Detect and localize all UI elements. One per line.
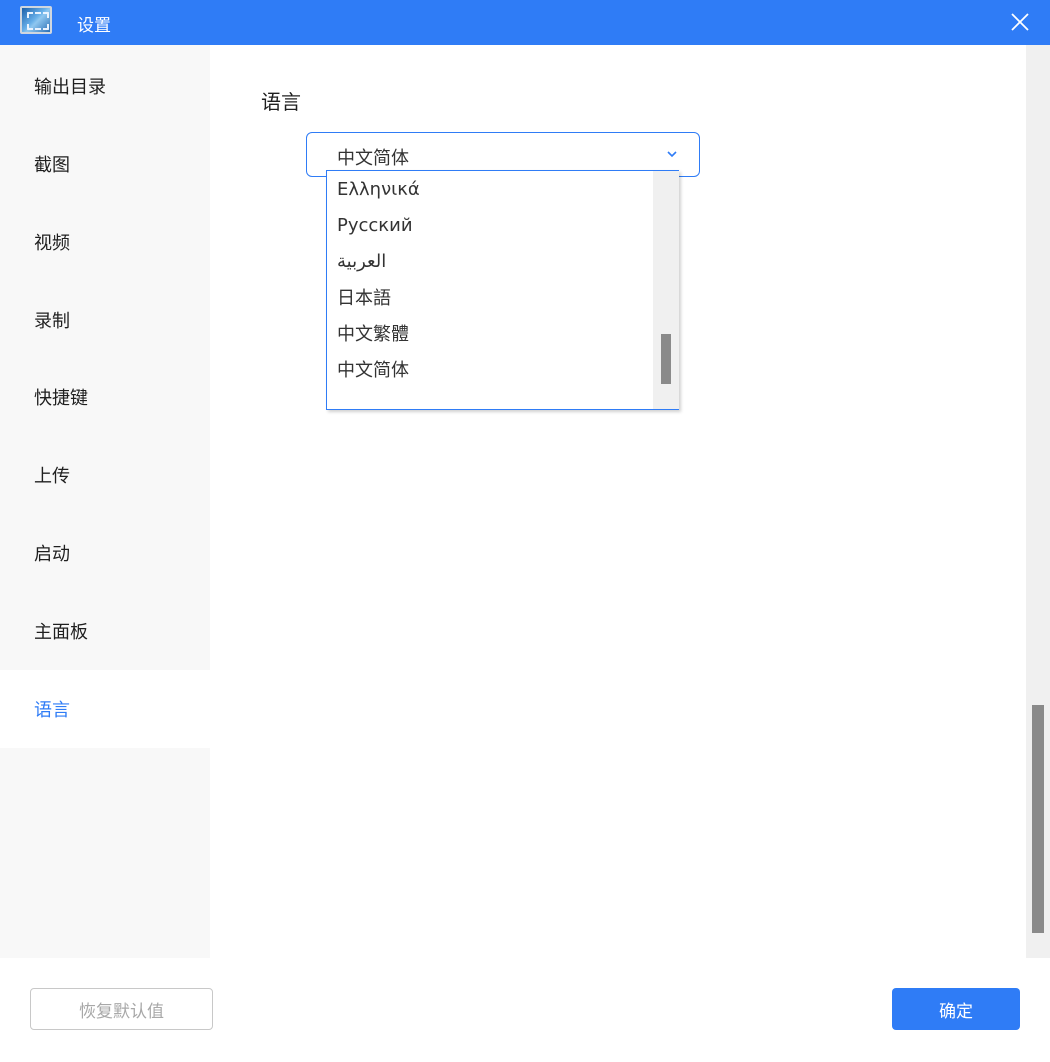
title-bar: 设置 xyxy=(0,0,1050,45)
language-option-traditional-chinese[interactable]: 中文繁體 xyxy=(327,315,653,351)
sidebar-item-recording[interactable]: 录制 xyxy=(0,281,210,359)
sidebar: 输出目录 截图 视频 录制 快捷键 上传 启动 主面板 语言 xyxy=(0,45,210,958)
content-scrollbar[interactable] xyxy=(1026,45,1050,958)
sidebar-item-language[interactable]: 语言 xyxy=(0,670,210,748)
close-button[interactable] xyxy=(1004,6,1036,38)
sidebar-item-video[interactable]: 视频 xyxy=(0,203,210,281)
language-option-japanese[interactable]: 日本語 xyxy=(327,279,653,315)
restore-defaults-button[interactable]: 恢复默认值 xyxy=(30,988,213,1030)
language-option-simplified-chinese[interactable]: 中文简体 xyxy=(327,351,653,387)
confirm-button[interactable]: 确定 xyxy=(892,988,1020,1030)
language-option-arabic[interactable]: العربية xyxy=(327,243,653,279)
section-title: 语言 xyxy=(261,90,301,114)
language-option-russian[interactable]: Русский xyxy=(327,207,653,243)
sidebar-item-startup[interactable]: 启动 xyxy=(0,514,210,592)
app-logo-icon xyxy=(20,6,52,34)
chevron-down-icon xyxy=(667,151,677,158)
language-dropdown-list: Ελληνικά Русский العربية 日本語 中文繁體 中文简体 xyxy=(326,170,679,410)
language-select-value: 中文简体 xyxy=(337,148,409,169)
window-title: 设置 xyxy=(77,16,111,36)
close-icon xyxy=(1011,13,1029,31)
sidebar-item-main-panel[interactable]: 主面板 xyxy=(0,592,210,670)
sidebar-item-upload[interactable]: 上传 xyxy=(0,436,210,514)
sidebar-item-hotkeys[interactable]: 快捷键 xyxy=(0,358,210,436)
content-scrollbar-thumb[interactable] xyxy=(1032,705,1044,933)
settings-window: 设置 输出目录 截图 视频 录制 快捷键 上传 启动 主面板 语言 语言 中文简… xyxy=(0,0,1050,1062)
sidebar-item-screenshot[interactable]: 截图 xyxy=(0,125,210,203)
sidebar-item-output-directory[interactable]: 输出目录 xyxy=(0,47,210,125)
dropdown-scrollbar[interactable] xyxy=(653,171,679,409)
language-option-greek[interactable]: Ελληνικά xyxy=(327,171,653,207)
dropdown-scrollbar-thumb[interactable] xyxy=(661,334,671,384)
